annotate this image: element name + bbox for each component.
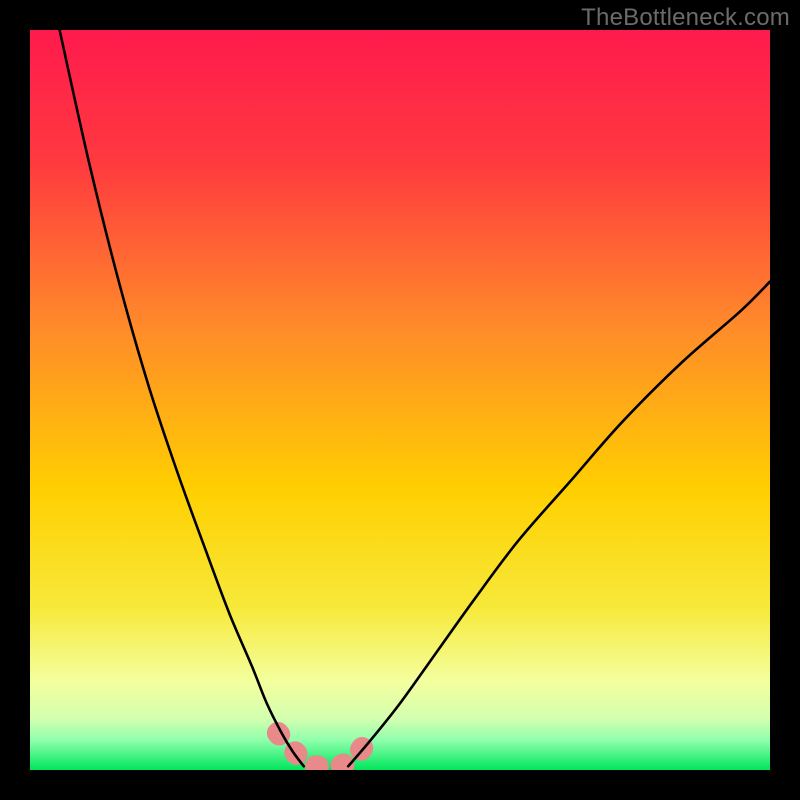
right-curve — [348, 282, 770, 767]
left-curve — [60, 30, 304, 766]
chart-svg — [30, 30, 770, 770]
chart-frame: TheBottleneck.com — [0, 0, 800, 800]
watermark-text: TheBottleneck.com — [581, 4, 790, 32]
plot-area — [30, 30, 770, 770]
